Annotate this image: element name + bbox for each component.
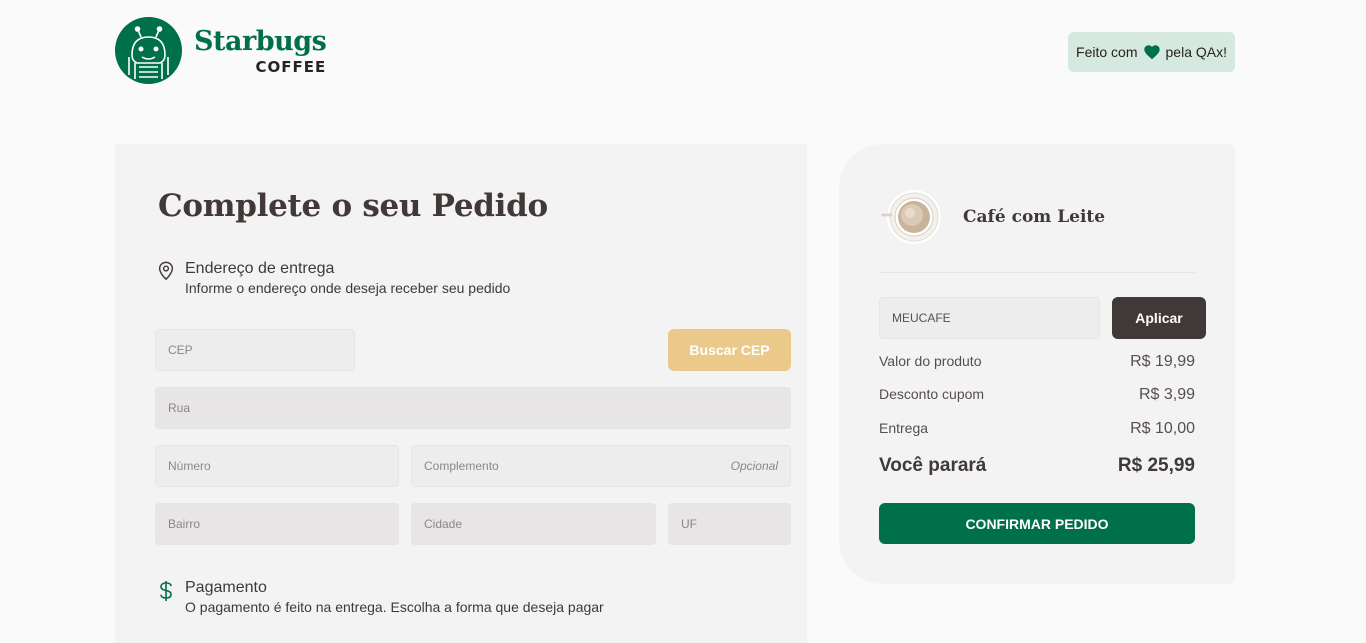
apply-coupon-button[interactable]: Aplicar bbox=[1112, 297, 1206, 339]
coffee-cup-icon bbox=[881, 188, 943, 246]
logo-text: Starbugs COFFEE bbox=[194, 25, 327, 76]
address-heading: Endereço de entrega bbox=[185, 260, 335, 277]
payment-heading: Pagamento bbox=[185, 579, 267, 596]
buscar-cep-button[interactable]: Buscar CEP bbox=[668, 329, 791, 371]
address-subheading: Informe o endereço onde deseja receber s… bbox=[185, 280, 511, 296]
price-row: Valor do produto R$ 19,99 bbox=[879, 353, 1195, 371]
discount-label: Desconto cupom bbox=[879, 386, 985, 402]
bairro-input[interactable]: Bairro bbox=[155, 503, 399, 545]
map-pin-icon bbox=[157, 259, 177, 297]
shipping-label: Entrega bbox=[879, 420, 929, 436]
total-label: Você parará bbox=[879, 455, 987, 476]
item-name: Café com Leite bbox=[963, 207, 1106, 227]
total-value: R$ 25,99 bbox=[1117, 455, 1195, 476]
total-row: Você parará R$ 25,99 bbox=[879, 455, 1195, 477]
price-value: R$ 19,99 bbox=[1130, 353, 1195, 370]
brand-name: Starbugs bbox=[194, 25, 327, 57]
badge-text-after: pela QAx! bbox=[1165, 44, 1227, 60]
shipping-value: R$ 10,00 bbox=[1130, 420, 1195, 437]
summary-divider bbox=[879, 272, 1195, 273]
payment-section-head: Pagamento O pagamento é feito na entrega… bbox=[157, 578, 604, 616]
brand-sub: COFFEE bbox=[255, 57, 327, 76]
shipping-row: Entrega R$ 10,00 bbox=[879, 420, 1195, 438]
cidade-input[interactable]: Cidade bbox=[411, 503, 656, 545]
order-form: Complete o seu Pedido Endereço de entreg… bbox=[115, 144, 807, 643]
uf-input[interactable]: UF bbox=[668, 503, 791, 545]
discount-value: R$ 3,99 bbox=[1138, 386, 1195, 403]
cep-input[interactable]: CEP bbox=[155, 329, 355, 371]
made-with-badge: Feito com pela QAx! bbox=[1068, 32, 1235, 72]
coupon-input[interactable]: MEUCAFE bbox=[879, 297, 1100, 339]
rua-input[interactable]: Rua bbox=[155, 387, 791, 429]
heart-icon bbox=[1143, 44, 1161, 60]
numero-input[interactable]: Número bbox=[155, 445, 399, 487]
payment-subheading: O pagamento é feito na entrega. Escolha … bbox=[185, 599, 604, 615]
complemento-input[interactable]: Complemento Opcional bbox=[411, 445, 791, 487]
discount-row: Desconto cupom R$ 3,99 bbox=[879, 386, 1195, 404]
complemento-placeholder: Complemento bbox=[424, 459, 499, 473]
header: Starbugs COFFEE Feito com pela QAx! bbox=[115, 17, 1235, 85]
logo[interactable]: Starbugs COFFEE bbox=[115, 17, 327, 84]
badge-text-before: Feito com bbox=[1076, 44, 1138, 60]
confirm-order-button[interactable]: CONFIRMAR PEDIDO bbox=[879, 503, 1195, 544]
order-summary: Café com Leite MEUCAFE Aplicar Valor do … bbox=[839, 144, 1235, 584]
address-section-head: Endereço de entrega Informe o endereço o… bbox=[157, 259, 510, 297]
price-label: Valor do produto bbox=[879, 353, 982, 369]
cart-item: Café com Leite bbox=[881, 188, 1105, 246]
dollar-sign-icon bbox=[157, 578, 177, 616]
page-title: Complete o seu Pedido bbox=[158, 188, 548, 224]
starbugs-robot-logo-icon bbox=[115, 17, 182, 84]
opcional-label: Opcional bbox=[730, 459, 778, 473]
